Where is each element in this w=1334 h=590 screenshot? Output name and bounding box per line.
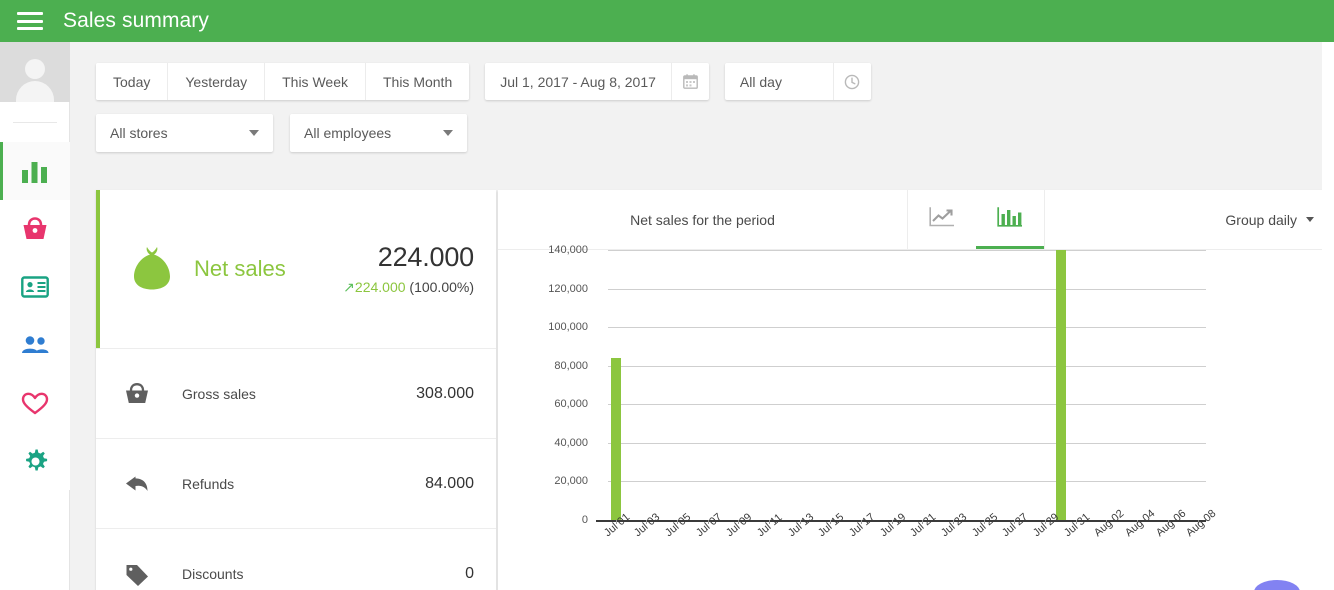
store-select-value: All stores: [110, 125, 168, 141]
dashboard-panels: Net sales 224.000 ↗224.000 (100.00%) Gro…: [96, 190, 1334, 590]
id-card-icon: [21, 275, 49, 299]
chart-header: Net sales for the period Group daily: [498, 190, 1334, 250]
user-avatar-icon: [11, 54, 59, 102]
chevron-down-icon: [249, 130, 259, 136]
sidebar-item-employees[interactable]: [0, 316, 70, 374]
chart-title: Net sales for the period: [498, 190, 908, 249]
chart-bar[interactable]: [611, 358, 621, 520]
money-bag-icon: [124, 244, 180, 294]
group-interval-label: Group daily: [1225, 211, 1297, 228]
x-axis-labels: Jul 01 Jul 03 Jul 05 Jul 07 Jul 09 Jul 11 Jul …: [602, 508, 1228, 590]
quick-range-today[interactable]: Today: [96, 63, 169, 100]
gear-icon: [22, 448, 49, 475]
y-axis-tick-label: 20,000: [554, 475, 588, 488]
sidebar-item-settings[interactable]: [0, 432, 70, 490]
y-axis-tick-label: 0: [581, 514, 588, 526]
chevron-down-icon: [443, 130, 453, 136]
date-range-value: Jul 1, 2017 - Aug 8, 2017: [500, 73, 656, 90]
sidebar: [0, 42, 70, 590]
sidebar-item-sales[interactable]: [0, 200, 70, 258]
kpi-card: Net sales 224.000 ↗224.000 (100.00%) Gro…: [96, 190, 496, 590]
sidebar-item-reports[interactable]: [0, 142, 70, 200]
employee-select-value: All employees: [304, 125, 392, 141]
quick-range-yesterday[interactable]: Yesterday: [168, 63, 266, 100]
date-range-picker[interactable]: Jul 1, 2017 - Aug 8, 2017: [485, 63, 709, 100]
kpi-label: Refunds: [182, 475, 235, 492]
quick-range-this-month[interactable]: This Month: [365, 63, 470, 100]
app-root: Sales summary Today Yesterday This Week …: [0, 0, 1334, 590]
filter-bar: Today Yesterday This Week This Month Jul…: [70, 42, 1334, 152]
clock-icon[interactable]: [832, 63, 871, 100]
y-axis-tick-label: 100,000: [548, 321, 588, 334]
people-icon: [20, 334, 50, 356]
y-axis-tick-label: 120,000: [548, 282, 588, 295]
kpi-value: 308.000: [416, 384, 474, 402]
filter-row-primary: Today Yesterday This Week This Month Jul…: [96, 63, 1334, 100]
time-range-picker[interactable]: All day: [724, 63, 871, 100]
kpi-label: Gross sales: [182, 385, 256, 402]
sidebar-item-items[interactable]: [0, 258, 70, 316]
net-sales-label: Net sales: [194, 256, 286, 281]
net-sales-delta: ↗224.000 (100.00%): [343, 279, 474, 296]
sidebar-item-customers[interactable]: [0, 374, 70, 432]
net-sales-value: 224.000: [377, 242, 474, 272]
kpi-value: 84.000: [425, 474, 474, 492]
employee-select[interactable]: All employees: [290, 114, 467, 152]
bar-chart-icon: [997, 206, 1023, 233]
time-range-value: All day: [739, 73, 782, 90]
y-axis-tick-label: 60,000: [554, 398, 588, 411]
chart-card: Net sales for the period Group daily 0 2…: [498, 190, 1334, 590]
basket-icon: [124, 382, 172, 406]
price-tag-icon: [124, 562, 172, 586]
chevron-down-icon: [1306, 217, 1314, 222]
chart-type-toggles: [908, 190, 1045, 249]
y-axis-tick-label: 40,000: [554, 436, 588, 449]
basket-icon: [21, 216, 49, 242]
y-axis-tick-label: 80,000: [554, 359, 588, 372]
filter-row-secondary: All stores All employees: [96, 114, 1334, 152]
quick-range-group: Today Yesterday This Week This Month: [96, 63, 470, 100]
y-axis-tick-label: 140,000: [548, 244, 588, 256]
avatar[interactable]: [0, 42, 70, 102]
bar-chart-toggle[interactable]: [976, 190, 1044, 249]
store-select[interactable]: All stores: [96, 114, 273, 152]
kpi-value: 0: [465, 564, 474, 582]
net-sales-summary[interactable]: Net sales 224.000 ↗224.000 (100.00%): [96, 190, 496, 348]
group-interval-dropdown[interactable]: Group daily: [1225, 190, 1334, 249]
bar-chart-icon: [21, 158, 49, 184]
net-sales-delta-percent: (100.00%): [409, 279, 474, 295]
kpi-row-refunds[interactable]: Refunds 84.000: [96, 438, 496, 528]
heart-icon: [21, 391, 49, 416]
page-right-edge: [1322, 42, 1334, 590]
line-chart-icon: [929, 206, 955, 233]
hamburger-icon[interactable]: [17, 12, 43, 30]
page-title: Sales summary: [63, 9, 210, 32]
line-chart-toggle[interactable]: [908, 190, 976, 249]
arrow-up-right-icon: ↗: [343, 279, 355, 295]
chart-bars: [608, 250, 1206, 520]
chart-bar[interactable]: [1056, 250, 1066, 520]
quick-range-this-week[interactable]: This Week: [265, 63, 366, 100]
calendar-icon[interactable]: [670, 63, 709, 100]
refund-arrow-icon: [124, 473, 172, 495]
kpi-row-gross-sales[interactable]: Gross sales 308.000: [96, 348, 496, 438]
kpi-row-discounts[interactable]: Discounts 0: [96, 528, 496, 590]
chart-plot-area: 0 20,000 40,000 60,000 80,000 100,000 120,000 1…: [498, 244, 1334, 590]
main-content: Today Yesterday This Week This Month Jul…: [70, 42, 1334, 590]
kpi-label: Discounts: [182, 565, 244, 582]
top-app-bar: Sales summary: [0, 0, 1334, 42]
net-sales-delta-amount: 224.000: [354, 279, 406, 295]
y-axis-labels: 0 20,000 40,000 60,000 80,000 100,000 120,000 1…: [498, 244, 596, 540]
sidebar-divider: [0, 102, 69, 142]
